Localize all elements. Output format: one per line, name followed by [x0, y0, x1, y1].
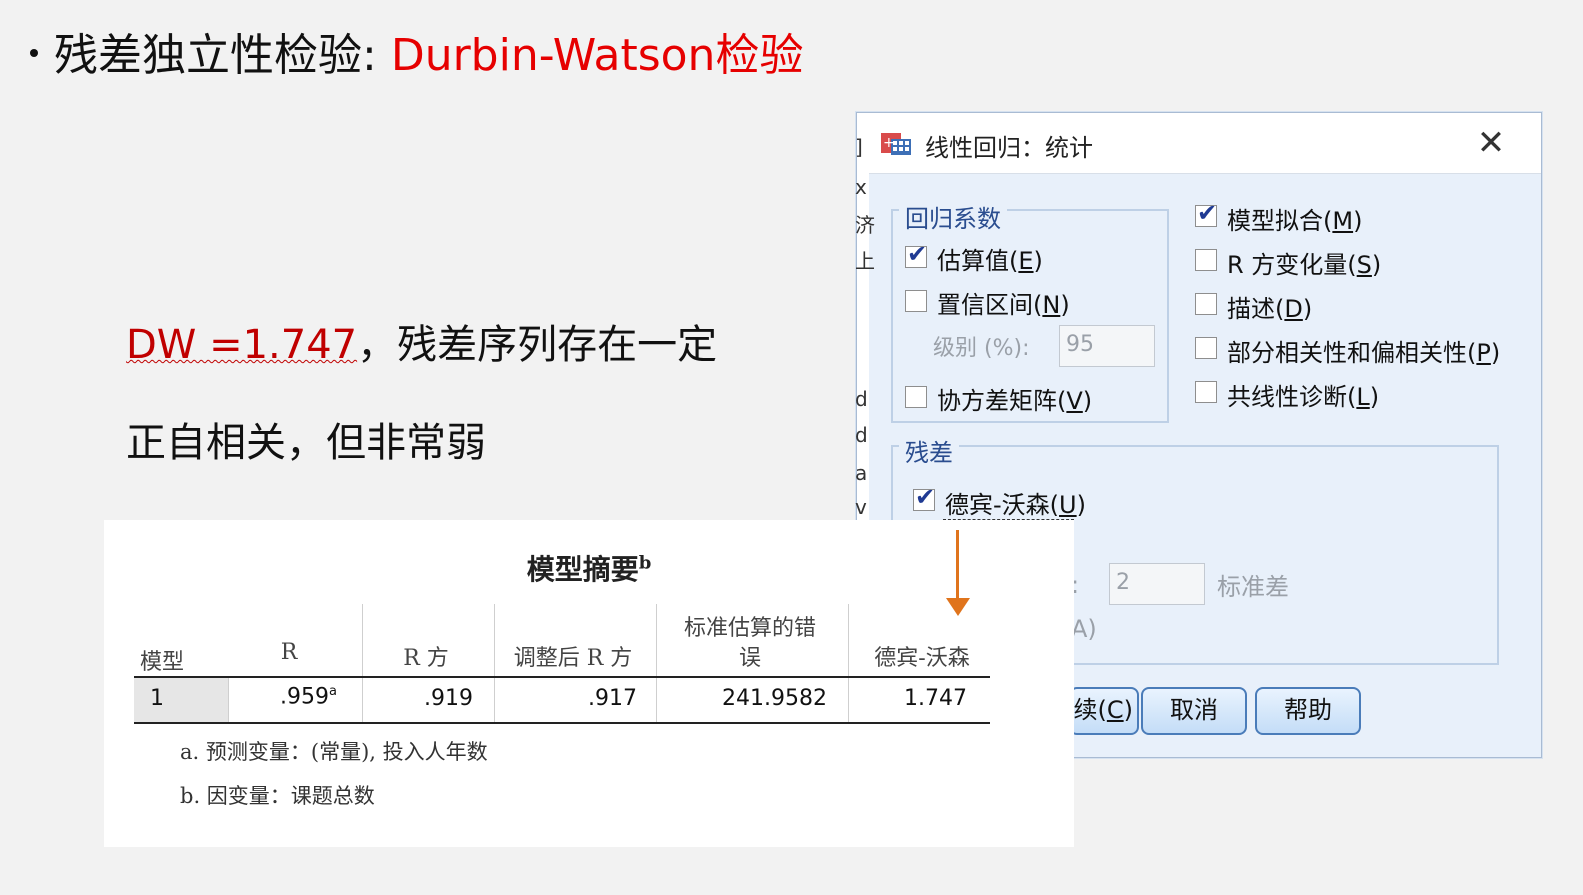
all-cases-partial-label: A) — [1071, 615, 1097, 643]
column-divider — [656, 604, 657, 676]
strip-char: v — [855, 495, 867, 519]
bottom-rule — [134, 722, 990, 724]
model-summary-table: 模型摘要b 模型 R R 方 调整后 R 方 标准估算的错 误 德宾-沃森 1 … — [104, 520, 1074, 847]
strip-char: d — [855, 423, 868, 447]
arrow-down-icon — [946, 598, 970, 616]
header-std-error-2: 误 — [738, 646, 761, 671]
descriptives-label: 描述(D) — [1227, 295, 1313, 323]
level-label: 级别 (%): — [933, 336, 1030, 361]
covariance-label: 协方差矩阵(V) — [937, 387, 1093, 415]
strip-char: x — [855, 175, 867, 199]
header-std-error-1: 标准估算的错 — [683, 616, 816, 641]
model-fit-checkbox[interactable] — [1195, 199, 1217, 227]
r-square-change-checkbox[interactable] — [1195, 249, 1217, 271]
column-divider — [362, 678, 363, 722]
close-icon[interactable]: ✕ — [1471, 123, 1511, 163]
strip-char: a — [855, 461, 868, 485]
header-r: R — [280, 640, 298, 665]
strip-char: 上 — [855, 249, 875, 273]
slide-heading: 残差独立性检验: Durbin-Watson检验 — [22, 28, 803, 84]
table-title: 模型摘要b — [526, 552, 652, 586]
cell-std-error: 241.9582 — [722, 686, 827, 711]
header-durbin-watson: 德宾-沃森 — [874, 646, 970, 671]
help-button[interactable]: 帮助 — [1255, 687, 1361, 735]
cell-r-square: .919 — [424, 686, 473, 711]
svg-text:+: + — [883, 135, 895, 151]
collinearity-checkbox[interactable] — [1195, 381, 1217, 403]
cancel-button[interactable]: 取消 — [1141, 687, 1247, 735]
coef-group-legend: 回归系数 — [899, 199, 1007, 234]
footnote-b: b. 因变量：课题总数 — [180, 784, 375, 808]
dialog-title: 线性回归：统计 — [925, 134, 1093, 162]
estimates-label: 估算值(E) — [937, 247, 1043, 275]
cell-model: 1 — [150, 686, 164, 711]
header-r-square: R 方 — [403, 646, 449, 671]
covariance-checkbox[interactable] — [905, 386, 927, 408]
cell-durbin-watson: 1.747 — [904, 686, 967, 711]
conclusion-line-1: DW =1.747，残差序列存在一定 — [126, 312, 717, 370]
header-adj-r-square: 调整后 R 方 — [513, 646, 633, 671]
outlier-std-input[interactable]: 2 — [1109, 563, 1205, 605]
column-divider — [656, 678, 657, 722]
strip-char: 济 — [855, 213, 875, 237]
r-square-change-label: R 方变化量(S) — [1227, 251, 1382, 279]
strip-char: ] — [855, 135, 863, 159]
column-divider — [228, 678, 229, 722]
conf-intervals-label: 置信区间(N) — [937, 291, 1070, 319]
conf-intervals-checkbox[interactable] — [905, 290, 927, 312]
cell-r: .959a — [280, 684, 337, 710]
estimates-checkbox[interactable] — [905, 240, 927, 268]
bullet-icon — [30, 49, 38, 57]
column-divider — [494, 678, 495, 722]
cell-adj-r-square: .917 — [588, 686, 637, 711]
column-divider — [494, 604, 495, 676]
conclusion-line1-rest: ，残差序列存在一定 — [357, 322, 718, 368]
durbin-watson-label: 德宾-沃森(U) — [945, 491, 1086, 519]
conclusion-line-2: 正自相关，但非常弱 — [126, 420, 486, 466]
heading-prefix: 残差独立性检验: — [54, 30, 391, 81]
column-divider — [362, 604, 363, 676]
spss-app-icon: + — [881, 133, 911, 155]
heading-highlight: Durbin-Watson检验 — [390, 30, 804, 81]
continue-button[interactable]: 续(C) — [1069, 687, 1139, 735]
level-input[interactable]: 95 — [1059, 325, 1155, 367]
column-divider — [848, 678, 849, 722]
row-label-cell — [134, 678, 228, 722]
column-divider — [848, 604, 849, 676]
model-fit-label: 模型拟合(M) — [1227, 207, 1363, 235]
header-rule — [134, 676, 990, 678]
part-partial-corr-checkbox[interactable] — [1195, 337, 1217, 359]
arrow-shaft — [956, 530, 959, 606]
strip-char: d — [855, 387, 868, 411]
residuals-group-legend: 残差 — [899, 433, 959, 468]
durbin-watson-checkbox[interactable] — [913, 483, 935, 511]
collinearity-label: 共线性诊断(L) — [1227, 383, 1380, 411]
dialog-titlebar: + 线性回归：统计 ✕ — [857, 113, 1541, 174]
part-partial-corr-label: 部分相关性和偏相关性(P) — [1227, 339, 1501, 367]
dw-value-text: DW =1.747 — [126, 322, 358, 368]
std-label: 标准差 — [1217, 573, 1289, 601]
descriptives-checkbox[interactable] — [1195, 293, 1217, 315]
header-model: 模型 — [140, 650, 185, 675]
footnote-a: a. 预测变量：(常量), 投入人年数 — [180, 740, 488, 764]
